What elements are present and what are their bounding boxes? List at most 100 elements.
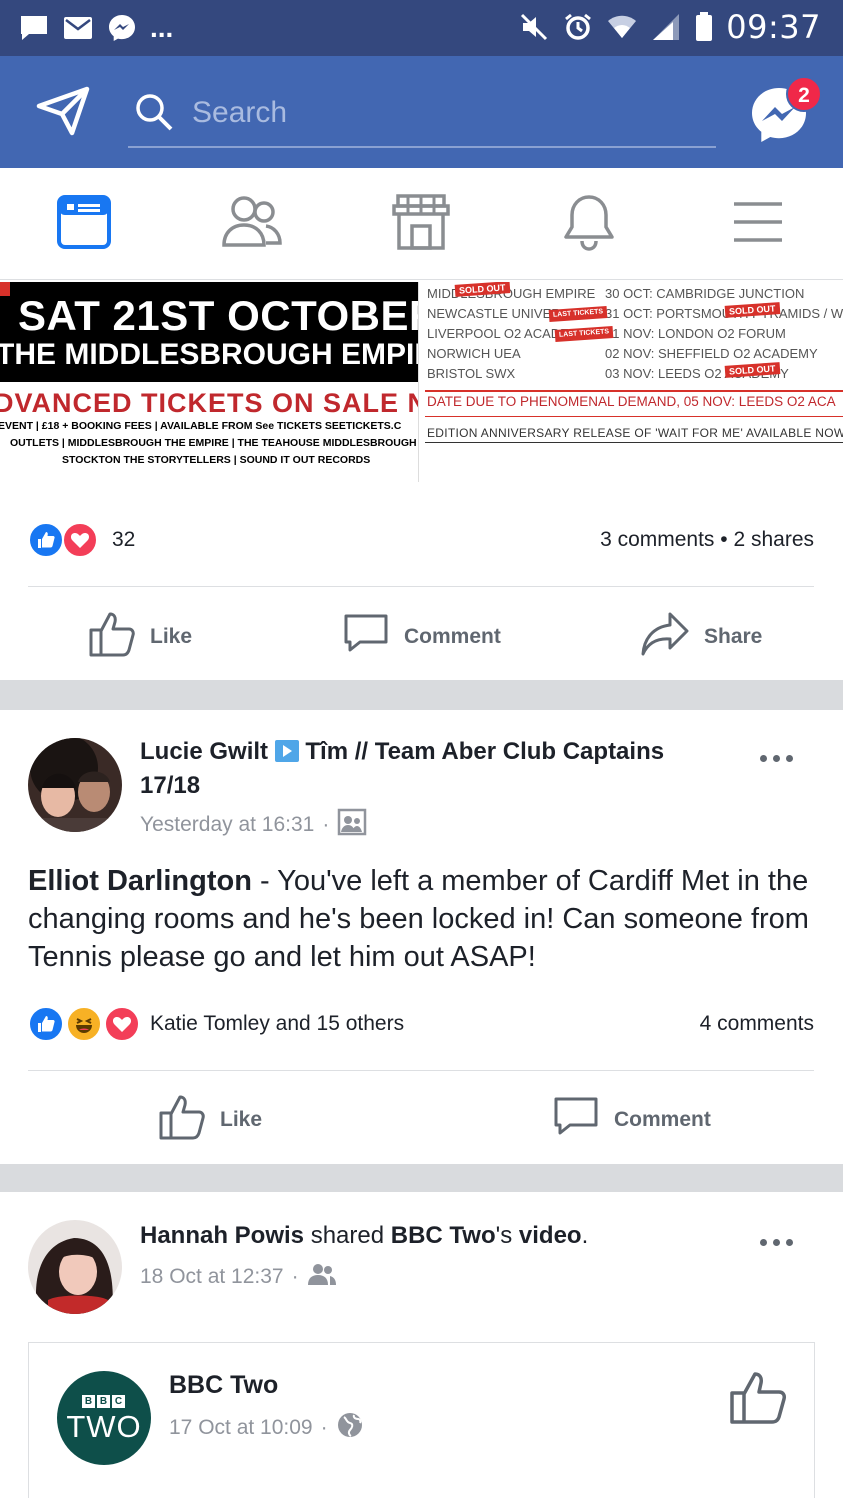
like-page-button[interactable] bbox=[729, 1369, 789, 1430]
share-icon bbox=[640, 610, 690, 664]
shared-page-title[interactable]: BBC Two bbox=[169, 1371, 278, 1400]
tab-news-feed[interactable] bbox=[49, 192, 119, 256]
globe-icon bbox=[336, 1411, 364, 1445]
banner-venue: THE MIDDLESBROUGH EMPIRE bbox=[0, 338, 418, 371]
messenger-badge: 2 bbox=[786, 76, 822, 112]
shared-post-time[interactable]: 17 Oct at 10:09 bbox=[169, 1416, 313, 1440]
tab-marketplace[interactable] bbox=[386, 192, 456, 256]
banner-divider bbox=[425, 390, 843, 392]
group-privacy-icon bbox=[337, 808, 367, 842]
like-button[interactable]: Like bbox=[158, 1093, 262, 1147]
author-name[interactable]: Hannah Powis bbox=[140, 1222, 304, 1249]
post-image-tour-banner[interactable]: SAT 21ST OCTOBER THE MIDDLESBROUGH EMPIR… bbox=[0, 282, 843, 482]
comments-count[interactable]: 4 comments bbox=[700, 1012, 814, 1036]
search-input[interactable]: Search bbox=[128, 84, 716, 148]
comment-label: Comment bbox=[404, 625, 501, 648]
feed-separator bbox=[0, 680, 843, 710]
divider bbox=[28, 586, 814, 587]
shared-page-name[interactable]: BBC Two bbox=[391, 1222, 496, 1249]
author-name[interactable]: Lucie Gwilt bbox=[140, 738, 268, 765]
status-bar: ... 09:37 bbox=[0, 0, 843, 56]
send-icon[interactable] bbox=[36, 86, 90, 136]
tab-notifications[interactable] bbox=[554, 192, 624, 256]
like-label: Like bbox=[220, 1108, 263, 1131]
dot-separator: · bbox=[322, 813, 330, 836]
dot-separator: · bbox=[291, 1265, 299, 1288]
hamburger-menu-icon bbox=[732, 200, 784, 249]
clock: 09:37 bbox=[726, 8, 821, 46]
like-button[interactable]: Like bbox=[88, 610, 192, 664]
banner-red-accent bbox=[0, 282, 10, 296]
comment-icon bbox=[342, 610, 390, 664]
divider bbox=[28, 1070, 814, 1071]
more-options-icon[interactable] bbox=[760, 1236, 800, 1248]
group-name[interactable]: Tîm // Team Aber Club Captains bbox=[305, 738, 664, 765]
banner-extra-date: DATE DUE TO PHENOMENAL DEMAND, 05 NOV: L… bbox=[427, 394, 836, 409]
bell-icon bbox=[563, 193, 615, 256]
share-button[interactable]: Share bbox=[640, 610, 762, 664]
tour-date: 30 OCT: CAMBRIDGE JUNCTION bbox=[605, 286, 805, 301]
post-header: Lucie Gwilt Tîm // Team Aber Club Captai… bbox=[140, 736, 750, 801]
mentioned-user[interactable]: Elliot Darlington bbox=[28, 865, 252, 897]
post1-reaction-summary[interactable]: 32 3 comments • 2 shares bbox=[28, 520, 814, 560]
avatar[interactable] bbox=[28, 738, 122, 832]
comment-button[interactable]: Comment bbox=[552, 1093, 711, 1147]
banner-divider bbox=[425, 416, 843, 417]
banner-left-panel: SAT 21ST OCTOBER THE MIDDLESBROUGH EMPIR… bbox=[0, 282, 418, 482]
shared-post-meta: 17 Oct at 10:09 · bbox=[169, 1411, 364, 1445]
tour-date: MIDDLESBROUGH EMPIRE bbox=[427, 286, 596, 301]
nav-tabs bbox=[0, 168, 843, 280]
battery-icon bbox=[694, 11, 714, 43]
messenger-notification-icon bbox=[106, 12, 138, 44]
comment-label: Comment bbox=[614, 1108, 711, 1131]
banner-divider bbox=[425, 442, 843, 443]
share-label: Share bbox=[704, 625, 763, 648]
app-bar: Search 2 bbox=[0, 56, 843, 168]
friends-icon bbox=[222, 195, 282, 254]
avatar[interactable] bbox=[28, 1220, 122, 1314]
tour-date: NORWICH UEA bbox=[427, 346, 521, 361]
arrow-right-icon bbox=[274, 739, 299, 770]
haha-reaction-icon bbox=[66, 1006, 102, 1042]
news-feed-icon bbox=[56, 194, 112, 255]
post-header: Hannah Powis shared BBC Two's video. bbox=[140, 1220, 750, 1251]
friends-audience-icon bbox=[307, 1262, 337, 1292]
comments-shares-count[interactable]: 3 comments • 2 shares bbox=[600, 528, 814, 552]
comment-button[interactable]: Comment bbox=[342, 610, 501, 664]
last-tickets-stamp: LAST TICKETS bbox=[548, 305, 608, 323]
bbc-blocks: B B C bbox=[82, 1395, 125, 1408]
post2-reaction-summary[interactable]: Katie Tomley and 15 others 4 comments bbox=[28, 1004, 814, 1044]
wifi-icon bbox=[606, 11, 638, 43]
post-time[interactable]: Yesterday at 16:31 bbox=[140, 813, 314, 837]
shared-object[interactable]: video bbox=[519, 1222, 582, 1249]
period: . bbox=[581, 1222, 589, 1249]
feed-separator bbox=[0, 1164, 843, 1192]
post-meta: 18 Oct at 12:37 · bbox=[140, 1262, 337, 1292]
more-options-icon[interactable] bbox=[760, 752, 800, 764]
chat-notification-icon bbox=[18, 12, 50, 44]
tour-date: 02 NOV: SHEFFIELD O2 ACADEMY bbox=[605, 346, 818, 361]
shared-post-card[interactable]: B B C TWO BBC Two 17 Oct at 10:09 · bbox=[28, 1342, 815, 1498]
thumbs-up-icon bbox=[158, 1093, 206, 1147]
signal-icon bbox=[650, 11, 682, 43]
like-reaction-icon bbox=[28, 1006, 64, 1042]
mute-icon bbox=[518, 11, 550, 43]
banner-ticket-info: EVENT | £18 + BOOKING FEES | AVAILABLE F… bbox=[0, 420, 402, 432]
reactors-text: Katie Tomley and 15 others bbox=[150, 1012, 405, 1035]
search-placeholder: Search bbox=[192, 96, 288, 129]
post-time[interactable]: 18 Oct at 12:37 bbox=[140, 1265, 284, 1289]
love-reaction-icon bbox=[62, 522, 98, 558]
like-reaction-icon bbox=[28, 522, 64, 558]
banner-release-note: EDITION ANNIVERSARY RELEASE OF 'WAIT FOR… bbox=[427, 426, 843, 440]
email-icon bbox=[62, 12, 94, 44]
post-meta: Yesterday at 16:31 · bbox=[140, 808, 367, 842]
bbc-two-logo[interactable]: B B C TWO bbox=[57, 1371, 151, 1465]
tab-menu[interactable] bbox=[723, 192, 793, 256]
marketplace-icon bbox=[392, 193, 450, 255]
banner-date: SAT 21ST OCTOBER bbox=[18, 292, 418, 339]
tour-date: 01 NOV: LONDON O2 FORUM bbox=[605, 326, 786, 341]
search-icon bbox=[134, 92, 174, 132]
dot-separator: · bbox=[320, 1416, 328, 1439]
tab-friends[interactable] bbox=[217, 192, 287, 256]
group-name-line2[interactable]: 17/18 bbox=[140, 772, 200, 799]
